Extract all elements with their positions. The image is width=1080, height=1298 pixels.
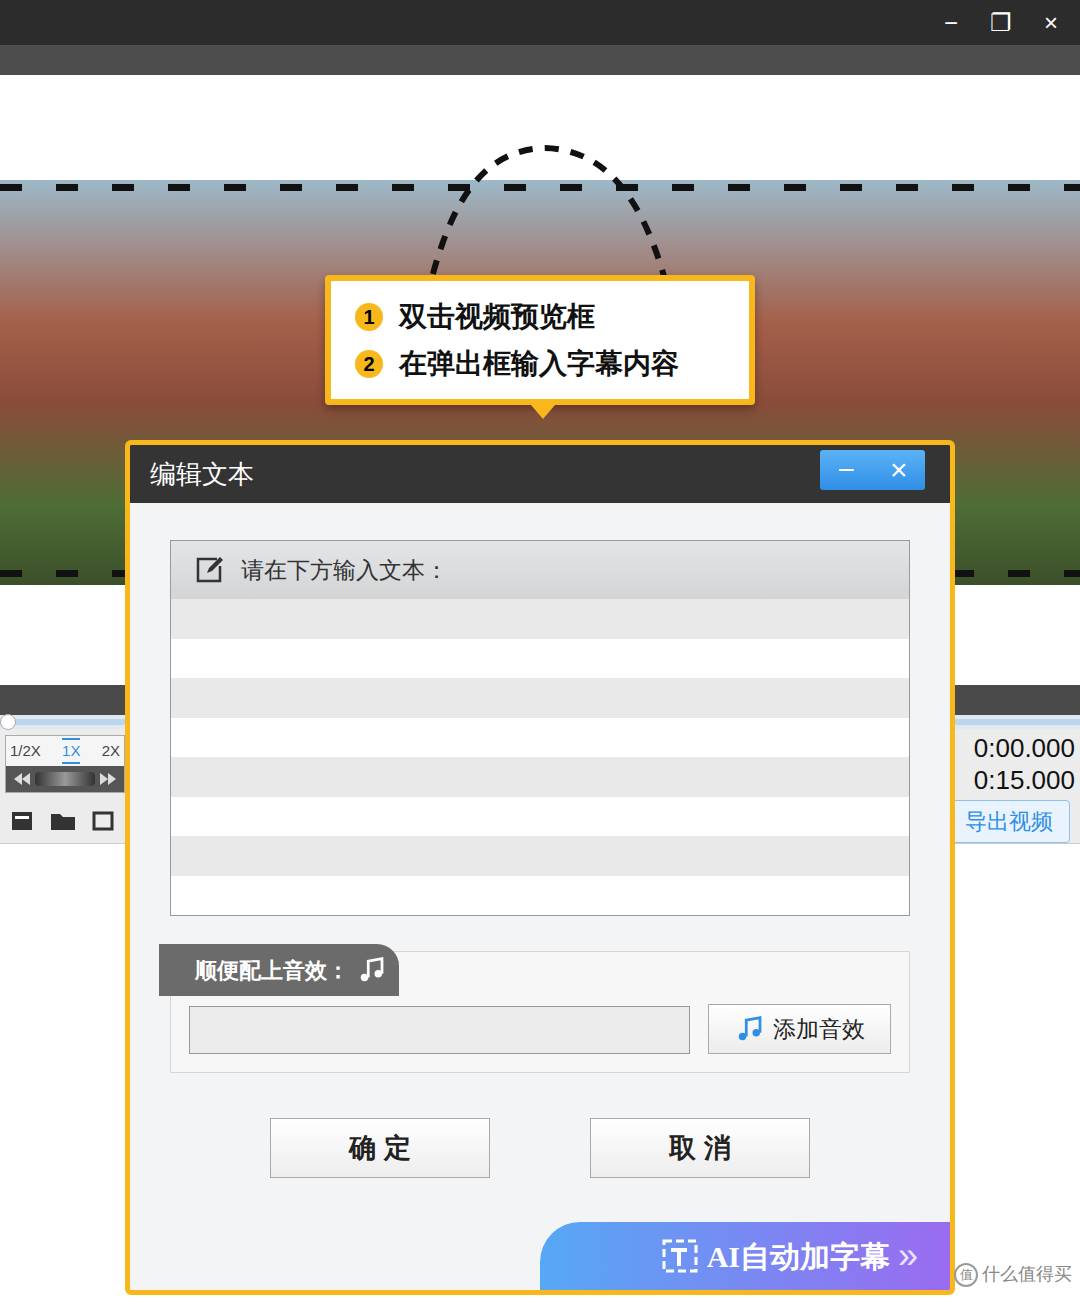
- forward-icon[interactable]: [100, 773, 116, 785]
- dialog-button[interactable]: 取 消: [590, 1118, 810, 1178]
- title-bar: −❐ ×: [0, 0, 1080, 45]
- ai-subtitle-icon: [661, 1238, 699, 1274]
- dialog-controls: −×: [820, 450, 925, 490]
- step-number-badge: 2: [355, 350, 383, 378]
- callout-pointer: [531, 405, 555, 419]
- edit-text-dialog: 编辑文本−×请在下方输入文本：顺便配上音效：添加音效确 定取 消AI自动加字幕»: [125, 440, 955, 1295]
- progress-thumb[interactable]: [0, 714, 16, 730]
- dialog-buttons: 确 定取 消: [170, 1118, 910, 1178]
- window-control-button[interactable]: ×: [1038, 11, 1064, 35]
- sound-input[interactable]: [189, 1006, 690, 1054]
- rewind-icon[interactable]: [14, 773, 30, 785]
- sound-panel: 顺便配上音效：添加音效: [170, 951, 910, 1073]
- text-prompt: 请在下方输入文本：: [171, 541, 909, 599]
- folder-icon[interactable]: [50, 810, 76, 832]
- dialog-button[interactable]: 确 定: [270, 1118, 490, 1178]
- add-sound-button[interactable]: 添加音效: [708, 1004, 891, 1054]
- window-control-button[interactable]: −: [938, 11, 964, 35]
- sound-label-tab: 顺便配上音效：: [159, 944, 399, 996]
- export-button[interactable]: 导出视频: [948, 800, 1070, 843]
- callout: 1双击视频预览框 2在弹出框输入字幕内容: [325, 275, 755, 405]
- current-time: 0:00.000: [974, 732, 1075, 765]
- speed-option[interactable]: 1X: [62, 738, 80, 765]
- watermark-logo: 值: [954, 1263, 978, 1287]
- callout-step: 2在弹出框输入字幕内容: [355, 346, 725, 381]
- speed-control: 1/2X 1X 2X: [5, 735, 125, 793]
- watermark: 值什么值得买: [954, 1261, 1072, 1288]
- frame-dashes-top: [0, 184, 1080, 191]
- dialog-header: 编辑文本−×: [130, 445, 950, 503]
- clip-icon[interactable]: [92, 810, 114, 832]
- edit-icon: [195, 556, 225, 584]
- dialog-control-button[interactable]: ×: [890, 455, 908, 485]
- add-sound-icon: [735, 1014, 765, 1044]
- window-control-button[interactable]: ❐: [988, 11, 1014, 35]
- app-window: −❐×1双击视频预览框2在弹出框输入字幕内容1/2X1X2X0:00.0000:…: [0, 0, 1080, 1298]
- menu-strip: [0, 45, 1080, 75]
- dialog-control-button[interactable]: −: [837, 455, 855, 485]
- speed-slider[interactable]: [35, 772, 95, 786]
- callout-step: 1双击视频预览框: [355, 299, 725, 334]
- speed-option[interactable]: 1/2X: [10, 740, 41, 763]
- subtitle-icon[interactable]: [10, 810, 34, 832]
- music-note-icon: [357, 955, 387, 985]
- text-input-panel: 请在下方输入文本：: [170, 540, 910, 916]
- text-input[interactable]: [171, 599, 909, 915]
- speed-option[interactable]: 2X: [102, 740, 120, 763]
- total-time: 0:15.000: [974, 764, 1075, 797]
- step-number-badge: 1: [355, 303, 383, 331]
- ai-subtitle-button[interactable]: AI自动加字幕»: [540, 1222, 950, 1290]
